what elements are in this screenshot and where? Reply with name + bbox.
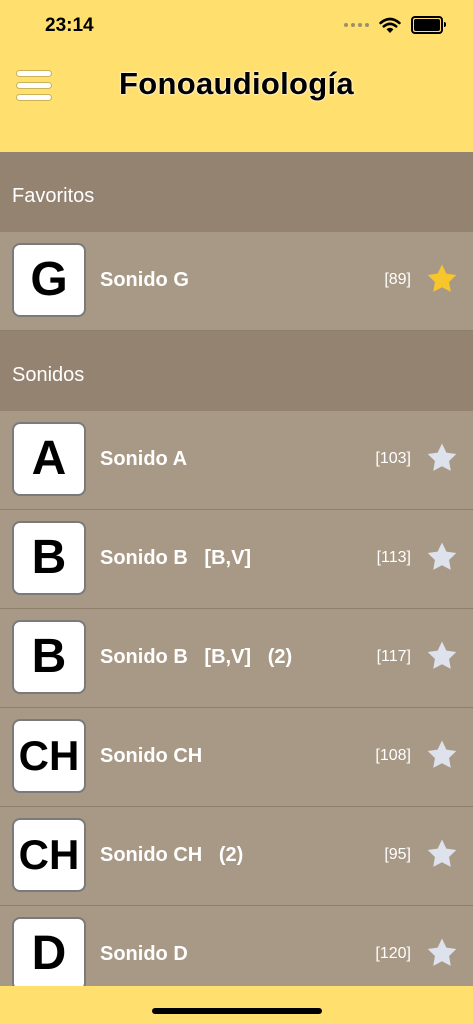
list-item[interactable]: CH Sonido CH [108]	[0, 708, 473, 807]
letter-tile: B	[12, 620, 86, 694]
item-count: [89]	[384, 271, 411, 288]
item-label: Sonido A	[100, 448, 188, 470]
wifi-icon	[379, 17, 401, 33]
cellular-signal-icon	[344, 23, 369, 27]
item-count: [117]	[376, 648, 411, 665]
item-label: Sonido G	[100, 269, 189, 291]
page-title: Fonoaudiología	[119, 66, 354, 101]
item-label: Sonido B [B,V]	[100, 547, 252, 569]
item-label: Sonido CH	[100, 745, 203, 767]
app-header: Fonoaudiología	[0, 52, 473, 152]
star-outline-icon[interactable]	[425, 738, 459, 772]
item-count: [120]	[375, 945, 411, 962]
letter-tile: A	[12, 422, 86, 496]
list-item[interactable]: G Sonido G [89]	[0, 232, 473, 331]
item-count: [108]	[375, 747, 411, 764]
list-item[interactable]: B Sonido B [B,V] [113]	[0, 510, 473, 609]
star-outline-icon[interactable]	[425, 441, 459, 475]
letter-tile: CH	[12, 818, 86, 892]
section-label: Favoritos	[12, 185, 95, 207]
section-label: Sonidos	[12, 364, 85, 386]
star-outline-icon[interactable]	[425, 639, 459, 673]
star-outline-icon[interactable]	[425, 837, 459, 871]
letter-tile: D	[12, 917, 86, 991]
home-bar	[0, 986, 473, 1024]
letter-tile: G	[12, 243, 86, 317]
letter-tile: B	[12, 521, 86, 595]
item-count: [113]	[376, 549, 411, 566]
status-icons	[344, 16, 446, 34]
item-count: [103]	[375, 450, 411, 467]
status-time: 23:14	[45, 15, 94, 36]
star-outline-icon[interactable]	[425, 540, 459, 574]
battery-icon	[411, 16, 446, 34]
section-header-sonidos: Sonidos	[0, 331, 473, 411]
home-indicator[interactable]	[152, 1008, 322, 1014]
item-label: Sonido D	[100, 943, 188, 965]
item-label: Sonido CH (2)	[100, 844, 244, 866]
item-count: [95]	[384, 846, 411, 863]
list-item[interactable]: A Sonido A [103]	[0, 411, 473, 510]
letter-tile: CH	[12, 719, 86, 793]
list-item[interactable]: B Sonido B [B,V] (2) [117]	[0, 609, 473, 708]
list-item[interactable]: CH Sonido CH (2) [95]	[0, 807, 473, 906]
star-filled-icon[interactable]	[425, 262, 459, 296]
star-outline-icon[interactable]	[425, 936, 459, 970]
item-label: Sonido B [B,V] (2)	[100, 646, 293, 668]
section-header-favoritos: Favoritos	[0, 152, 473, 232]
status-bar: 23:14	[0, 0, 473, 52]
